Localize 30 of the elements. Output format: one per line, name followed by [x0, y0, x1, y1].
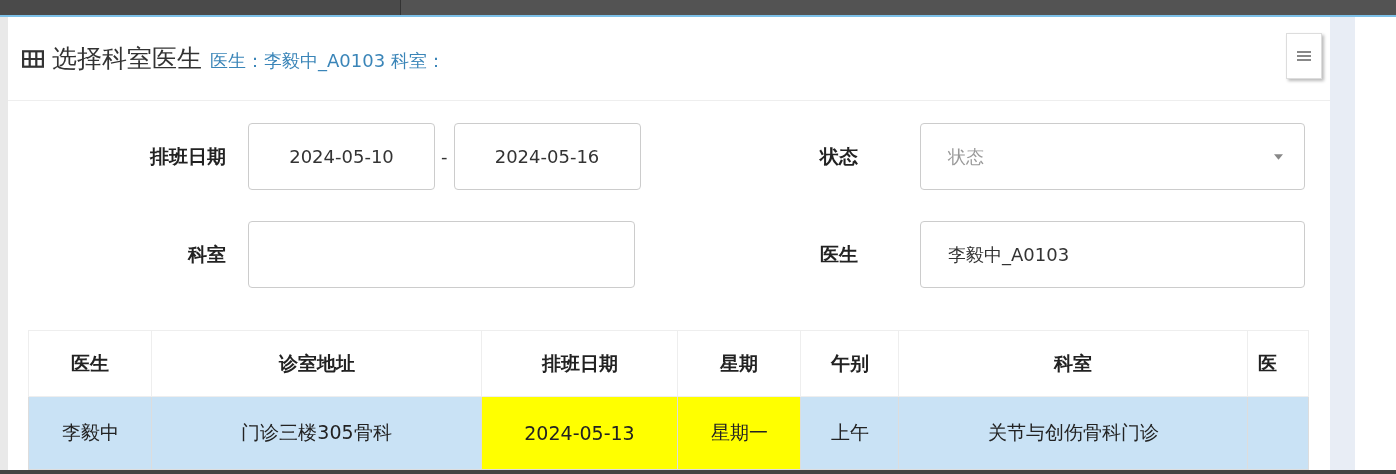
table-icon: [22, 49, 44, 68]
panel-title: 选择科室医生: [52, 43, 202, 75]
column-header[interactable]: 科室: [898, 330, 1248, 397]
table-cell: 2024-05-13: [524, 422, 635, 444]
scrollbar[interactable]: [1330, 17, 1355, 470]
range-separator: -: [441, 146, 448, 167]
menu-icon: [1297, 50, 1311, 61]
table-cell: 关节与创伤骨科门诊: [987, 421, 1159, 443]
menu-button[interactable]: [1286, 32, 1322, 79]
caret-icon: [1274, 153, 1283, 160]
column-header[interactable]: 医生: [28, 330, 152, 397]
field-label: 排班日期: [148, 143, 227, 169]
table-row[interactable]: 李毅中 门诊三楼305骨科 2024-05-13 星期一 上午 关节与创伤骨科门诊: [28, 396, 1309, 470]
table-cell: 上午: [830, 421, 869, 443]
column-header[interactable]: 医: [1247, 330, 1309, 397]
input-field[interactable]: [248, 221, 635, 288]
start-date-field[interactable]: 2024-05-10: [248, 123, 435, 190]
column-header[interactable]: 星期: [677, 330, 801, 397]
panel-subtitle: 医生：李毅中_A0103 科室：: [210, 48, 445, 73]
column-header[interactable]: 诊室地址: [151, 330, 482, 397]
field-label: 科室: [186, 241, 227, 267]
column-header[interactable]: 排班日期: [481, 330, 678, 397]
input-field[interactable]: 李毅中_A0103: [920, 221, 1305, 288]
end-date-field[interactable]: 2024-05-16: [453, 123, 641, 190]
field-label: 状态: [818, 143, 859, 169]
table-cell: 李毅中: [61, 421, 119, 443]
field-label: 医生: [819, 241, 859, 267]
table-cell: 星期一: [710, 421, 768, 443]
column-header[interactable]: 午别: [800, 330, 899, 397]
table-cell: 门诊三楼305骨科: [241, 421, 392, 443]
